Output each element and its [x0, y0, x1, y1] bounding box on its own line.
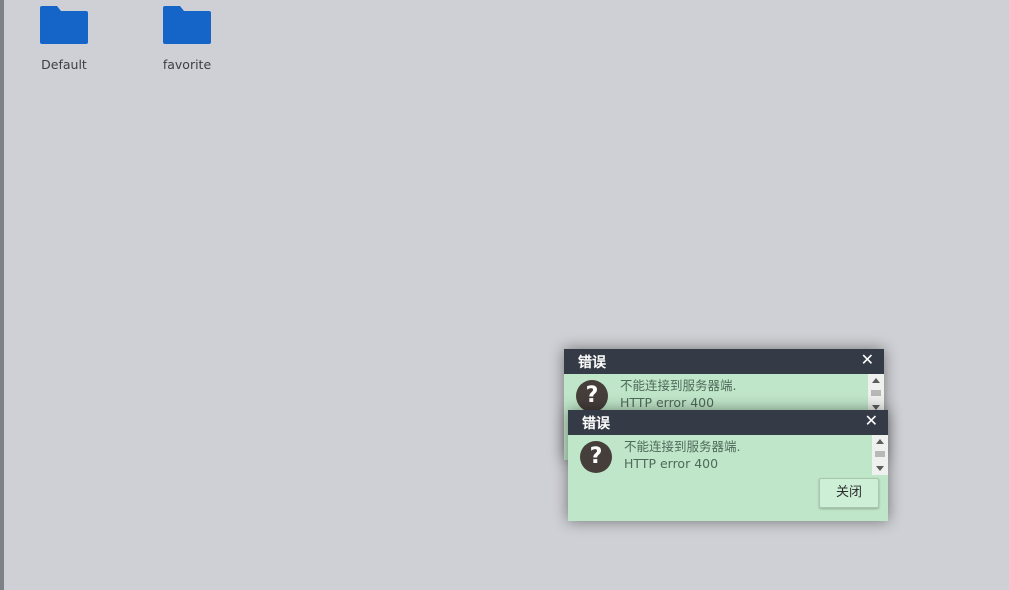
dialog-titlebar[interactable]: 错误 ✕ — [568, 410, 888, 435]
folder-icon — [40, 6, 88, 44]
message-line: 不能连接到服务器端. — [620, 378, 737, 393]
dialog-message: 不能连接到服务器端. HTTP error 400 — [620, 377, 736, 411]
message-scrollbar[interactable] — [868, 374, 884, 414]
dialog-title: 错误 — [582, 416, 610, 432]
folder-label: favorite — [162, 57, 212, 72]
message-line: HTTP error 400 — [620, 395, 715, 410]
error-dialog-front: 错误 ✕ ? 不能连接到服务器端. HTTP error 400 关闭 — [568, 410, 888, 521]
question-icon: ? — [576, 380, 608, 412]
dialog-titlebar[interactable]: 错误 ✕ — [564, 349, 884, 374]
desktop-folder-favorite[interactable]: favorite — [142, 0, 232, 72]
question-icon: ? — [580, 441, 612, 473]
dialog-message: 不能连接到服务器端. HTTP error 400 — [624, 438, 740, 472]
scroll-thumb[interactable] — [871, 390, 881, 396]
close-icon[interactable]: ✕ — [861, 350, 874, 370]
dialog-body: ? 不能连接到服务器端. HTTP error 400 — [568, 435, 888, 475]
close-button[interactable]: 关闭 — [819, 478, 879, 508]
scroll-up-icon[interactable] — [876, 439, 884, 444]
dialog-footer: 关闭 — [568, 475, 888, 521]
dialog-body: ? 不能连接到服务器端. HTTP error 400 — [564, 374, 884, 414]
scroll-down-icon[interactable] — [876, 466, 884, 471]
message-line: 不能连接到服务器端. — [624, 439, 741, 454]
scroll-thumb[interactable] — [875, 451, 885, 457]
dialog-title: 错误 — [578, 355, 606, 371]
folder-label: Default — [41, 57, 87, 72]
left-panel-edge — [0, 0, 4, 590]
message-scrollbar[interactable] — [872, 435, 888, 475]
scroll-up-icon[interactable] — [872, 378, 880, 383]
message-line: HTTP error 400 — [624, 456, 719, 471]
folder-icon — [163, 6, 211, 44]
close-icon[interactable]: ✕ — [865, 411, 878, 431]
desktop-folder-default[interactable]: Default — [19, 0, 109, 72]
